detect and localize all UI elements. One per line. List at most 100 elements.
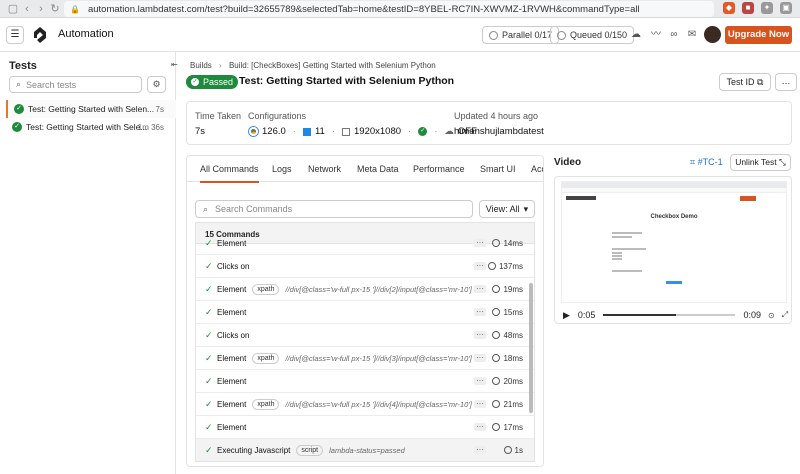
video-player[interactable]: Checkbox Demo ▶ 0:05 0:09 ⊙ ⤢ xyxy=(554,176,792,324)
command-time: 20ms xyxy=(503,376,523,386)
locator-tag: xpath xyxy=(252,398,280,410)
tunnel-icon[interactable]: ☁ xyxy=(630,29,642,41)
video-line xyxy=(612,248,646,250)
command-time: 48ms xyxy=(503,330,523,340)
command-row[interactable]: ✓ Element ··· 15ms xyxy=(196,301,534,324)
clock-icon xyxy=(492,239,501,247)
check-icon: ✓ xyxy=(205,329,213,340)
unlink-test-button[interactable]: Unlink Test ⤡ xyxy=(730,154,791,171)
updated-label: Updated 4 hours ago xyxy=(454,111,539,121)
command-duration: 48ms xyxy=(492,331,523,340)
more-icon[interactable]: ··· xyxy=(474,308,486,316)
more-icon[interactable]: ··· xyxy=(474,377,486,385)
breadcrumb-build[interactable]: Build: [CheckBoxes] Getting Started with… xyxy=(229,61,436,70)
search-icon: ⌕ xyxy=(16,79,22,89)
extension-icon[interactable]: ■ xyxy=(742,2,754,14)
check-icon: ✓ xyxy=(418,127,428,136)
resolution-value: 1920x1080 xyxy=(354,126,402,137)
breadcrumb-builds[interactable]: Builds xyxy=(190,61,212,70)
more-icon[interactable]: ··· xyxy=(474,423,486,431)
tab-performance[interactable]: Performance xyxy=(413,164,465,174)
speed-icon[interactable]: ⊙ xyxy=(768,311,775,320)
more-options-button[interactable]: … xyxy=(775,73,797,91)
link-icon[interactable]: ∞ xyxy=(668,29,680,41)
more-icon[interactable]: ··· xyxy=(474,354,486,362)
command-row[interactable]: ✓ Element xpath //div[@class='w-full px-… xyxy=(196,393,534,416)
queued-indicator[interactable]: Queued 0/150 xyxy=(550,26,635,44)
collapse-sidebar-icon[interactable]: ⇤ xyxy=(171,60,178,69)
command-name: Element xyxy=(217,284,247,294)
fullscreen-icon[interactable]: ⤢ xyxy=(782,310,788,320)
tab-smart-ui[interactable]: Smart UI xyxy=(480,164,516,174)
play-icon[interactable]: ▶ xyxy=(563,310,570,321)
test-id-button[interactable]: Test ID ⧉ xyxy=(719,73,771,91)
configurations-label: Configurations xyxy=(248,111,307,121)
command-row[interactable]: ✓ Element ··· 20ms xyxy=(196,370,534,393)
forward-icon[interactable]: › xyxy=(34,3,48,15)
test-case-link[interactable]: ⌗ #TC-1 xyxy=(690,157,723,168)
command-duration: 15ms xyxy=(492,308,523,317)
command-row[interactable]: ✓ Element xpath //div[@class='w-full px-… xyxy=(196,278,534,301)
search-commands-input[interactable]: ⌕ Search Commands xyxy=(195,200,473,218)
reload-icon[interactable]: ↻ xyxy=(48,2,62,15)
puzzle-icon[interactable]: ✦ xyxy=(761,2,773,14)
brave-shield-icon[interactable]: ◆ xyxy=(723,2,735,14)
command-name: Element xyxy=(217,376,247,386)
command-name: Element xyxy=(217,307,247,317)
commands-list[interactable]: 15 Commands ✓ Element ··· 14ms ✓ Clicks … xyxy=(195,222,535,462)
tab-logs[interactable]: Logs xyxy=(272,164,292,174)
command-time: 17ms xyxy=(503,422,523,432)
tab-meta-data[interactable]: Meta Data xyxy=(357,164,399,174)
upgrade-button[interactable]: Upgrade Now xyxy=(725,26,792,44)
more-icon[interactable]: ··· xyxy=(474,331,486,339)
window-icon[interactable]: ▣ xyxy=(780,2,792,14)
command-row[interactable]: ✓ Element xpath //div[@class='w-full px-… xyxy=(196,347,534,370)
browser-version: 126.0 xyxy=(262,126,286,137)
test-title: Test: Getting Started with Selenium Pyth… xyxy=(239,75,455,87)
view-filter-select[interactable]: View: All ▾ xyxy=(479,200,535,218)
queued-label: Queued 0/150 xyxy=(570,30,628,40)
command-time: 19ms xyxy=(503,284,523,294)
avatar[interactable] xyxy=(704,26,721,43)
filter-button[interactable]: ⚙ xyxy=(147,76,166,93)
more-icon[interactable]: ··· xyxy=(474,239,486,247)
video-progress-fill xyxy=(603,314,677,316)
app-header: ☰ Automation Parallel 0/17 Queued 0/150 … xyxy=(0,18,800,52)
locator-tag: script xyxy=(296,444,324,456)
command-time: 1s xyxy=(514,445,523,455)
more-icon[interactable]: ··· xyxy=(474,285,486,293)
parallel-indicator[interactable]: Parallel 0/17 xyxy=(482,26,560,44)
clock-icon xyxy=(492,400,501,408)
tab-all-commands[interactable]: All Commands xyxy=(200,164,259,183)
command-name: Element xyxy=(217,353,247,363)
notification-icon[interactable]: ✉ xyxy=(686,29,698,41)
more-icon[interactable]: ··· xyxy=(474,262,486,270)
search-commands-placeholder: Search Commands xyxy=(215,204,293,214)
check-icon: ✓ xyxy=(205,352,213,363)
test-case-label: #TC-1 xyxy=(697,157,723,167)
video-progress[interactable] xyxy=(603,314,736,316)
command-duration: 20ms xyxy=(492,377,523,386)
command-row[interactable]: ✓ Element ··· 14ms xyxy=(196,232,534,255)
analytics-icon[interactable]: 〰 xyxy=(650,29,662,41)
menu-icon[interactable]: ☰ xyxy=(6,26,24,44)
test-list-item[interactable]: ✓ Test: Getting Started with Sele... 1m … xyxy=(6,118,176,136)
address-bar[interactable]: 🔒 automation.lambdatest.com/test?build=3… xyxy=(64,1,714,17)
command-row[interactable]: ✓ Clicks on ··· 48ms xyxy=(196,324,534,347)
commands-panel: All Commands Logs Network Meta Data Perf… xyxy=(186,155,544,467)
test-list-item[interactable]: ✓ Test: Getting Started with Selen... 7s xyxy=(6,100,176,118)
search-tests-input[interactable]: ⌕ Search tests xyxy=(9,76,142,93)
more-icon[interactable]: ··· xyxy=(474,400,486,408)
more-icon[interactable]: ··· xyxy=(474,446,486,454)
clock-icon xyxy=(492,331,501,339)
sidebar-toggle-icon[interactable]: ▢ xyxy=(6,2,20,15)
command-row[interactable]: ✓ Executing Javascript script lambda-sta… xyxy=(196,439,534,461)
command-row[interactable]: ✓ Element ··· 17ms xyxy=(196,416,534,439)
view-filter-label: View: All xyxy=(485,204,520,214)
back-icon[interactable]: ‹ xyxy=(20,3,34,15)
tab-network[interactable]: Network xyxy=(308,164,341,174)
scrollbar[interactable] xyxy=(529,283,533,413)
command-row[interactable]: ✓ Clicks on ··· 137ms xyxy=(196,255,534,278)
tab-accessibility[interactable]: Acc xyxy=(531,164,543,174)
check-icon: ✓ xyxy=(191,78,199,86)
